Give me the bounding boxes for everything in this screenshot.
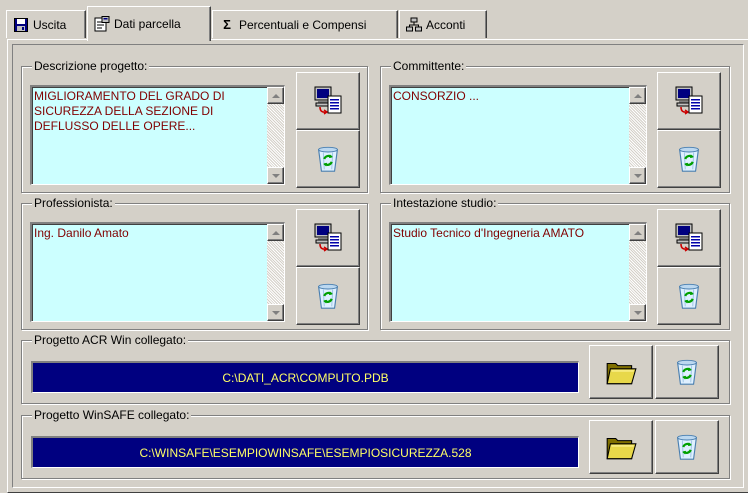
professionista-import-button[interactable] bbox=[296, 209, 360, 267]
committente-import-button[interactable] bbox=[657, 72, 721, 130]
acr-path-text: C:\DATI_ACR\COMPUTO.PDB bbox=[222, 370, 389, 385]
professionista-label: Professionista: bbox=[32, 196, 115, 210]
committente-label: Committente: bbox=[391, 59, 467, 73]
recycle-bin-icon bbox=[313, 144, 343, 174]
acr-path-field[interactable]: C:\DATI_ACR\COMPUTO.PDB bbox=[31, 361, 579, 393]
import-document-icon bbox=[312, 85, 344, 117]
winsafe-label: Progetto WinSAFE collegato: bbox=[32, 408, 192, 422]
sigma-icon: Σ bbox=[223, 17, 231, 32]
properties-icon bbox=[94, 16, 110, 32]
tab-uscita-label: Uscita bbox=[33, 17, 67, 32]
tab-acconti-label: Acconti bbox=[426, 17, 466, 32]
tab-acconti[interactable]: Acconti bbox=[399, 10, 487, 38]
committente-memo[interactable]: CONSORZIO ... bbox=[389, 85, 647, 185]
acr-clear-button[interactable] bbox=[655, 345, 719, 399]
scroll-up-button[interactable] bbox=[267, 87, 284, 104]
scroll-down-button[interactable] bbox=[629, 304, 646, 321]
tab-uscita[interactable]: Uscita bbox=[6, 10, 86, 38]
professionista-clear-button[interactable] bbox=[296, 267, 360, 325]
scroll-down-button[interactable] bbox=[267, 167, 284, 184]
tab-panel: Descrizione progetto: MIGLIORAMENTO DEL … bbox=[7, 39, 748, 493]
scroll-up-button[interactable] bbox=[267, 224, 284, 241]
tab-dati-parcella-label: Dati parcella bbox=[114, 17, 181, 31]
descrizione-label: Descrizione progetto: bbox=[32, 59, 150, 73]
recycle-bin-icon bbox=[674, 281, 704, 311]
intestazione-scrollbar[interactable] bbox=[629, 224, 646, 321]
descrizione-memo[interactable]: MIGLIORAMENTO DEL GRADO DI SICUREZZA DEL… bbox=[30, 85, 285, 185]
committente-scrollbar[interactable] bbox=[629, 87, 646, 184]
import-document-icon bbox=[312, 222, 344, 254]
intestazione-text[interactable]: Studio Tecnico d'Ingegneria AMATO bbox=[393, 226, 626, 241]
group-descrizione: Descrizione progetto: MIGLIORAMENTO DEL … bbox=[21, 59, 368, 193]
tab-percentuali-label: Percentuali e Compensi bbox=[239, 17, 367, 32]
group-committente: Committente: CONSORZIO ... bbox=[380, 59, 730, 193]
acr-browse-button[interactable] bbox=[589, 345, 653, 399]
group-acr: Progetto ACR Win collegato: C:\DATI_ACR\… bbox=[21, 333, 730, 404]
recycle-bin-icon bbox=[313, 281, 343, 311]
scroll-down-button[interactable] bbox=[629, 167, 646, 184]
tab-dati-parcella[interactable]: Dati parcella bbox=[87, 6, 211, 41]
winsafe-path-text: C:\WINSAFE\ESEMPIOWINSAFE\ESEMPIOSICUREZ… bbox=[139, 445, 472, 460]
floppy-disk-icon bbox=[13, 17, 29, 33]
recycle-bin-icon bbox=[674, 144, 704, 174]
recycle-bin-icon bbox=[672, 432, 702, 462]
professionista-text[interactable]: Ing. Danilo Amato bbox=[34, 226, 264, 241]
winsafe-path-field[interactable]: C:\WINSAFE\ESEMPIOWINSAFE\ESEMPIOSICUREZ… bbox=[31, 436, 579, 468]
panel-frame: Descrizione progetto: MIGLIORAMENTO DEL … bbox=[12, 44, 744, 488]
import-document-icon bbox=[673, 222, 705, 254]
professionista-scrollbar[interactable] bbox=[267, 224, 284, 321]
scroll-up-button[interactable] bbox=[629, 224, 646, 241]
intestazione-label: Intestazione studio: bbox=[391, 196, 499, 210]
descrizione-text[interactable]: MIGLIORAMENTO DEL GRADO DI SICUREZZA DEL… bbox=[34, 89, 264, 134]
winsafe-clear-button[interactable] bbox=[655, 420, 719, 474]
committente-clear-button[interactable] bbox=[657, 130, 721, 188]
descrizione-import-button[interactable] bbox=[296, 72, 360, 130]
descrizione-clear-button[interactable] bbox=[296, 130, 360, 188]
tab-percentuali[interactable]: Σ Percentuali e Compensi bbox=[212, 10, 398, 38]
professionista-memo[interactable]: Ing. Danilo Amato bbox=[30, 222, 285, 322]
group-intestazione: Intestazione studio: Studio Tecnico d'In… bbox=[380, 196, 730, 330]
tab-strip: Uscita Dati parcella Σ Percentuali e Com… bbox=[0, 0, 748, 41]
group-professionista: Professionista: Ing. Danilo Amato bbox=[21, 196, 368, 330]
acr-label: Progetto ACR Win collegato: bbox=[32, 333, 189, 347]
intestazione-clear-button[interactable] bbox=[657, 267, 721, 325]
group-winsafe: Progetto WinSAFE collegato: C:\WINSAFE\E… bbox=[21, 408, 730, 479]
folder-icon bbox=[604, 355, 638, 389]
folder-icon bbox=[604, 430, 638, 464]
recycle-bin-icon bbox=[672, 357, 702, 387]
descrizione-scrollbar[interactable] bbox=[267, 87, 284, 184]
intestazione-memo[interactable]: Studio Tecnico d'Ingegneria AMATO bbox=[389, 222, 647, 322]
import-document-icon bbox=[673, 85, 705, 117]
network-icon bbox=[406, 17, 422, 33]
committente-text[interactable]: CONSORZIO ... bbox=[393, 89, 626, 104]
winsafe-browse-button[interactable] bbox=[589, 420, 653, 474]
scroll-up-button[interactable] bbox=[629, 87, 646, 104]
intestazione-import-button[interactable] bbox=[657, 209, 721, 267]
scroll-down-button[interactable] bbox=[267, 304, 284, 321]
